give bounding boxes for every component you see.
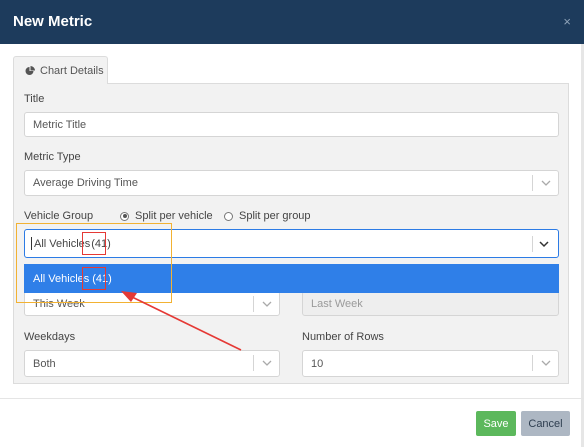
rows-value: 10: [311, 357, 324, 370]
radio-label: Split per vehicle: [135, 210, 213, 222]
rows-label: Number of Rows: [302, 331, 384, 343]
footer-divider: [0, 398, 584, 399]
chevron-down-icon[interactable]: [262, 358, 272, 368]
compare-period-select: Last Week: [302, 291, 559, 316]
select-separator: [532, 175, 533, 191]
title-input-value: Metric Title: [33, 118, 87, 131]
metric-type-select[interactable]: Average Driving Time: [24, 170, 559, 196]
chevron-down-icon[interactable]: [541, 358, 551, 368]
select-separator: [253, 355, 254, 371]
chevron-down-icon[interactable]: [541, 178, 551, 188]
rows-select[interactable]: 10: [302, 350, 559, 377]
tab-chart-details[interactable]: Chart Details: [13, 56, 108, 85]
annotation-red-box-select: [82, 232, 106, 255]
compare-period-value: Last Week: [311, 297, 363, 310]
new-metric-modal: New Metric × Chart Details Title Metric …: [0, 0, 584, 447]
annotation-red-box-option: [82, 267, 106, 290]
save-button[interactable]: Save: [476, 411, 516, 436]
weekdays-value: Both: [33, 357, 56, 370]
weekdays-select[interactable]: Both: [24, 350, 280, 377]
close-icon[interactable]: ×: [563, 14, 571, 29]
modal-title: New Metric: [13, 13, 93, 30]
chevron-down-icon[interactable]: [262, 299, 272, 309]
title-input[interactable]: Metric Title: [24, 112, 559, 137]
weekdays-label: Weekdays: [24, 331, 76, 343]
split-per-vehicle-radio[interactable]: Split per vehicle: [120, 210, 213, 222]
tab-label: Chart Details: [40, 65, 104, 77]
split-per-group-radio[interactable]: Split per group: [224, 210, 311, 222]
metric-type-value: Average Driving Time: [33, 177, 138, 189]
chevron-down-icon[interactable]: [539, 239, 549, 249]
radio-indicator: [120, 211, 129, 221]
radio-label: Split per group: [239, 210, 311, 222]
select-separator: [253, 296, 254, 312]
title-label: Title: [24, 93, 45, 105]
select-separator: [532, 236, 533, 252]
modal-header: New Metric ×: [0, 0, 584, 44]
metric-type-label: Metric Type: [24, 151, 81, 163]
cancel-button[interactable]: Cancel: [521, 411, 570, 436]
pie-chart-icon: [25, 66, 35, 75]
tab-bar: Chart Details: [13, 56, 569, 85]
select-separator: [532, 355, 533, 371]
radio-indicator: [224, 211, 233, 221]
vehicle-group-label: Vehicle Group: [24, 210, 94, 222]
